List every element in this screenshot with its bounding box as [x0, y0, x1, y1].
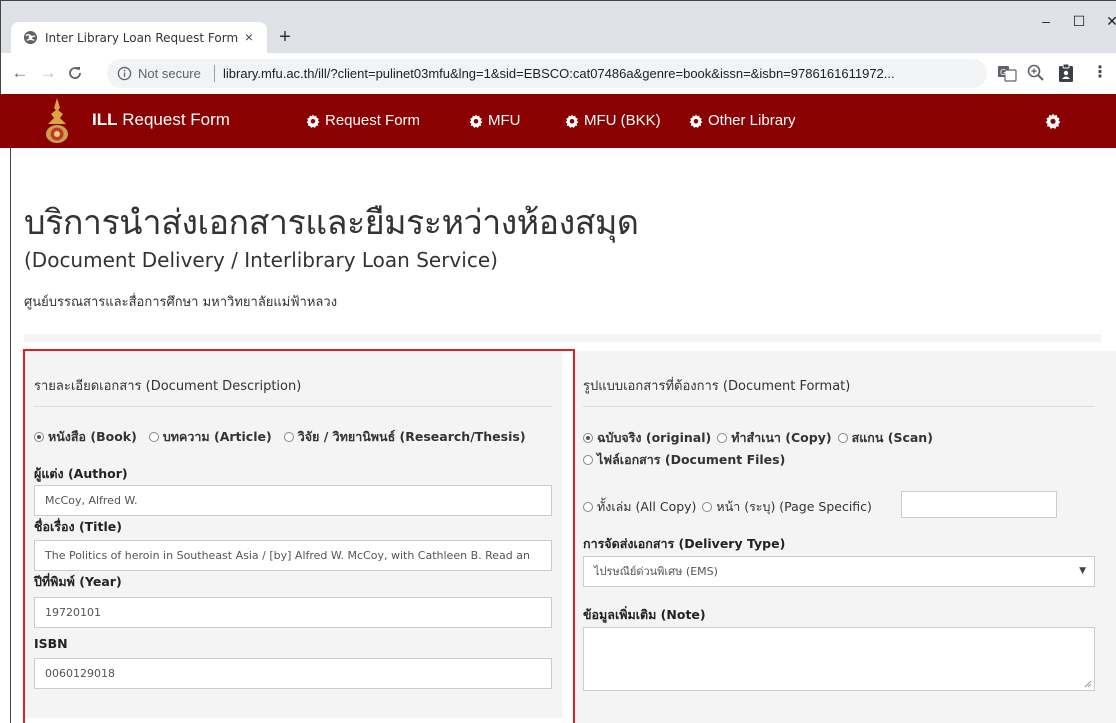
delivery-type-select[interactable]: ไปรษณีย์ด่วนพิเศษ (EMS) ▼: [583, 556, 1095, 587]
url-text[interactable]: library.mfu.ac.th/ill/?client=pulinet03m…: [223, 66, 983, 81]
page-scope-group: ทั้งเล่ม (All Copy) หน้า (ระบุ) (Page Sp…: [583, 497, 872, 517]
forward-arrow-icon[interactable]: →: [37, 62, 59, 84]
document-format-heading: รูปแบบเอกสารที่ต้องการ (Document Format): [583, 379, 851, 394]
document-format-group: ฉบับจริง (original) ทำสำเนา (Copy) สแกน …: [583, 428, 933, 448]
radio-button[interactable]: [717, 433, 728, 443]
new-tab-button[interactable]: +: [273, 25, 297, 49]
back-arrow-icon[interactable]: ←: [9, 62, 31, 84]
browser-tab[interactable]: Inter Library Loan Request Form ×: [11, 22, 267, 53]
dropdown-arrow-icon: ▼: [1079, 566, 1086, 576]
nav-item-mfu-bkk[interactable]: MFU (BKK): [565, 112, 661, 129]
info-icon[interactable]: [117, 66, 132, 81]
page-specific-input[interactable]: [901, 491, 1057, 518]
translate-icon[interactable]: G: [997, 63, 1017, 83]
nav-label: MFU (BKK): [584, 112, 661, 129]
tab-title: Inter Library Loan Request Form: [45, 31, 239, 45]
document-files-option[interactable]: ไฟล์เอกสาร (Document Files): [583, 450, 785, 470]
browser-toolbar: ← → Not secure library.mfu.ac.th/ill/?cl…: [1, 53, 1116, 95]
radio-all-copy[interactable]: ทั้งเล่ม (All Copy): [583, 497, 696, 517]
globe-icon: [23, 30, 38, 45]
radio-button[interactable]: [583, 455, 593, 465]
nav-label: Request Form: [325, 112, 421, 129]
address-bar[interactable]: Not secure library.mfu.ac.th/ill/?client…: [107, 59, 987, 88]
radio-original[interactable]: ฉบับจริง (original): [583, 428, 711, 448]
site-navbar: ILL Request Form Request Form MFU MFU (B…: [0, 94, 1116, 148]
nav-item-mfu[interactable]: MFU: [469, 112, 521, 129]
radio-label-document-files: ไฟล์เอกสาร (Document Files): [597, 452, 786, 467]
resize-grip-icon[interactable]: [1084, 680, 1092, 688]
radio-page-specific[interactable]: หน้า (ระบุ) (Page Specific): [702, 497, 872, 517]
address-separator: [214, 65, 215, 82]
zoom-icon[interactable]: [1026, 63, 1046, 83]
note-label: ข้อมูลเพิ่มเติม (Note): [583, 607, 706, 622]
nav-label: MFU: [488, 112, 521, 129]
nav-item-other-library[interactable]: Other Library: [689, 112, 796, 129]
radio-button[interactable]: [583, 502, 593, 512]
university-logo-icon: [46, 98, 68, 143]
radio-label-all-copy: ทั้งเล่ม (All Copy): [597, 499, 697, 514]
document-format-panel: รูปแบบเอกสารที่ต้องการ (Document Format)…: [573, 351, 1116, 723]
nav-item-request-form[interactable]: Request Form: [306, 112, 420, 129]
panel-divider: [583, 406, 1095, 407]
reload-icon[interactable]: [64, 62, 86, 84]
settings-gear-icon[interactable]: [1045, 113, 1061, 129]
highlight-box: [23, 349, 575, 723]
brand-title-bold: ILL: [92, 110, 118, 129]
radio-button[interactable]: [583, 433, 593, 443]
page-content: บริการนำส่งเอกสารและยืมระหว่างห้องสมุด (…: [10, 148, 1116, 723]
minimize-button[interactable]: –: [1031, 9, 1061, 33]
page-title: บริการนำส่งเอกสารและยืมระหว่างห้องสมุด: [24, 203, 639, 243]
delivery-type-value: ไปรษณีย์ด่วนพิเศษ (EMS): [594, 565, 718, 578]
svg-text:G: G: [1000, 68, 1006, 77]
radio-button[interactable]: [837, 433, 848, 443]
radio-label-copy: ทำสำเนา (Copy): [731, 430, 832, 445]
maximize-button[interactable]: ☐: [1064, 9, 1094, 33]
tab-strip: Inter Library Loan Request Form × + – ☐ …: [1, 1, 1116, 53]
gear-icon: [689, 113, 703, 128]
page-subtitle: (Document Delivery / Interlibrary Loan S…: [24, 248, 498, 272]
radio-label-page-specific: หน้า (ระบุ) (Page Specific): [716, 499, 872, 514]
nav-label: Other Library: [708, 112, 796, 129]
delivery-type-label: การจัดส่งเอกสาร (Delivery Type): [583, 536, 786, 551]
brand-title-rest: Request Form: [117, 110, 230, 129]
radio-label-scan: สแกน (Scan): [851, 430, 933, 445]
close-window-button[interactable]: ✕: [1097, 9, 1116, 33]
menu-icon[interactable]: ⋮: [1090, 63, 1110, 83]
radio-copy[interactable]: ทำสำเนา (Copy): [717, 428, 832, 448]
radio-scan[interactable]: สแกน (Scan): [837, 428, 933, 448]
brand-title[interactable]: ILL Request Form: [92, 110, 230, 130]
not-secure-label: Not secure: [138, 66, 201, 81]
gear-icon: [306, 113, 320, 128]
gear-icon: [565, 113, 579, 128]
radio-button[interactable]: [702, 502, 713, 512]
radio-label-original: ฉบับจริง (original): [597, 430, 712, 445]
browser-chrome: Inter Library Loan Request Form × + – ☐ …: [0, 0, 1116, 95]
organization-name: ศูนย์บรรณสารและสื่อการศึกษา มหาวิทยาลัยแ…: [24, 295, 338, 310]
clipboard-icon[interactable]: [1056, 63, 1076, 83]
tab-close-icon[interactable]: ×: [239, 27, 259, 47]
note-textarea[interactable]: [583, 627, 1095, 691]
gear-icon: [469, 113, 483, 128]
header-divider-strip: [24, 334, 1101, 342]
